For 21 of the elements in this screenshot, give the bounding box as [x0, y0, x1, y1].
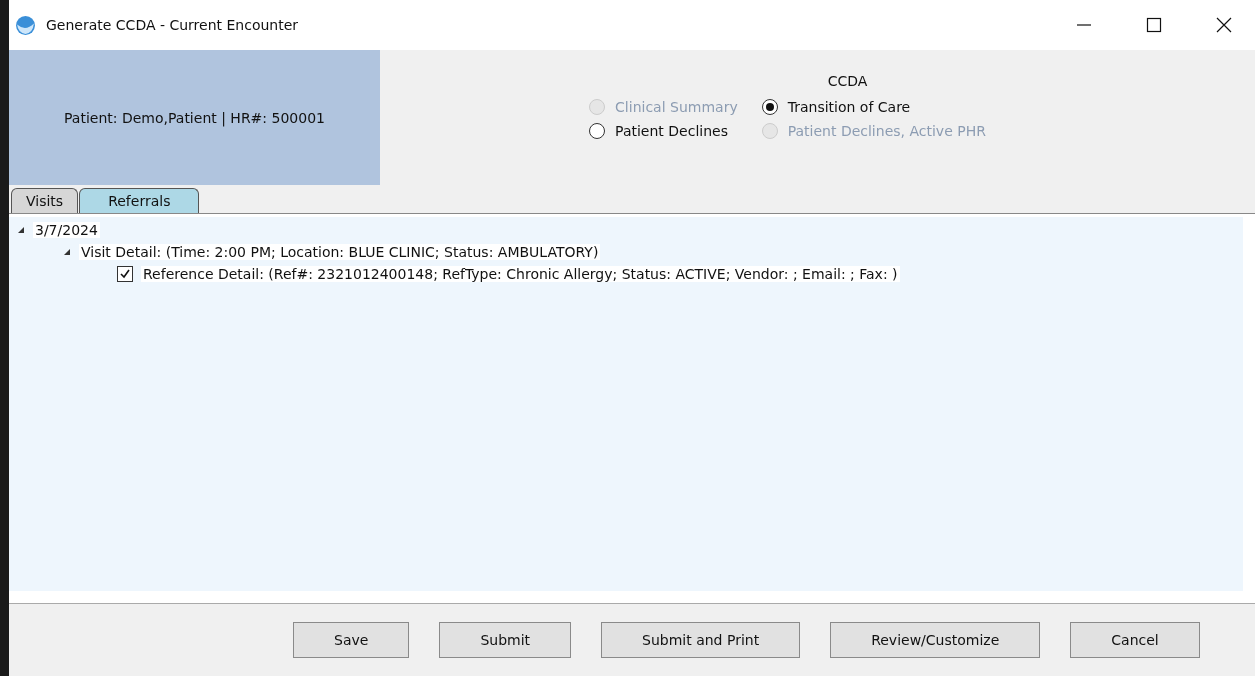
action-button[interactable]: Cancel: [1070, 622, 1200, 658]
app-icon: [15, 14, 36, 36]
action-button[interactable]: Submit and Print: [601, 622, 801, 658]
action-button[interactable]: Submit: [439, 622, 572, 658]
close-icon[interactable]: [1216, 17, 1232, 33]
radio-option[interactable]: Transition of Care: [761, 99, 986, 115]
ccda-title: CCDA: [827, 73, 868, 89]
expander-icon[interactable]: [17, 226, 25, 234]
action-button[interactable]: Save: [293, 622, 410, 658]
tree-item[interactable]: Visit Detail: (Time: 2:00 PM; Location: BLUE CLINIC; Status: AMBULATORY): [79, 244, 601, 260]
tree-item[interactable]: Reference Detail: (Ref#: 2321012400148; RefType: Chronic Allergy; Status: ACTIVE; Vendor: ; Email: ; Fax: ): [141, 266, 900, 282]
tab[interactable]: Visits: [11, 188, 79, 213]
action-button[interactable]: Review/Customize: [830, 622, 1041, 658]
maximize-icon[interactable]: [1146, 17, 1162, 33]
expander-icon[interactable]: [63, 248, 71, 256]
checkbox[interactable]: [117, 266, 133, 282]
patient-info: Patient: Demo,Patient | HR#: 500001: [64, 109, 325, 126]
tree-item[interactable]: 3/7/2024: [33, 222, 100, 238]
tab[interactable]: Referrals: [79, 188, 200, 213]
radio-option[interactable]: Patient Declines: [589, 123, 738, 139]
window-title: Generate CCDA - Current Encounter: [46, 17, 299, 33]
